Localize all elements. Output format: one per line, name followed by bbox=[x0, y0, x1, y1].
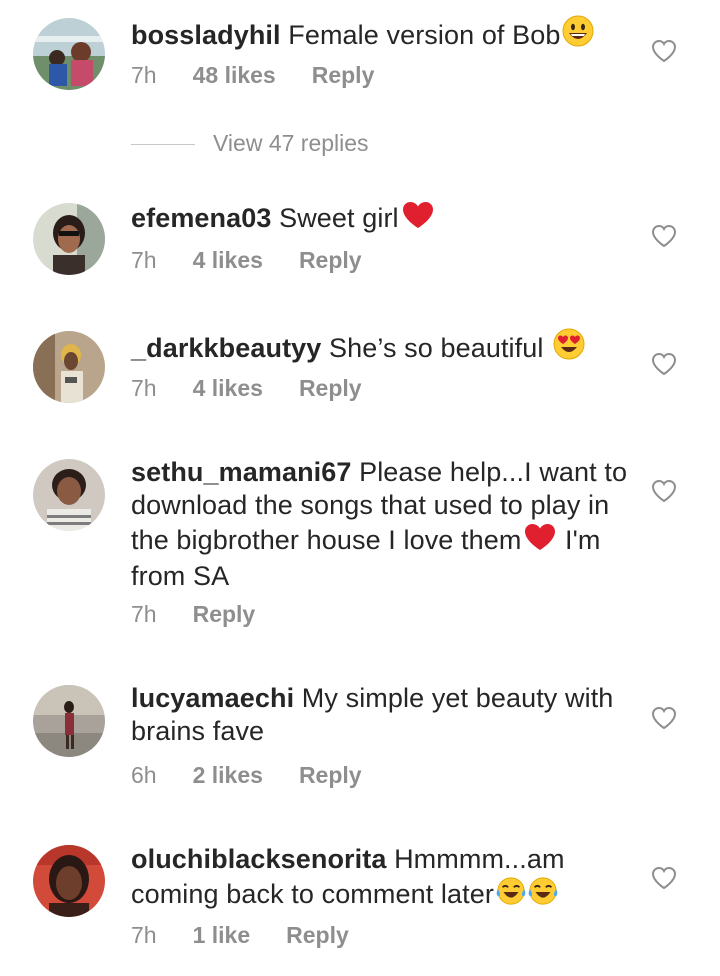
heart-eyes-emoji bbox=[553, 328, 585, 368]
comment-meta: 7h Reply bbox=[131, 601, 291, 628]
heart-outline-icon[interactable] bbox=[651, 352, 677, 376]
heart-outline-icon[interactable] bbox=[651, 866, 677, 890]
red-heart-emoji bbox=[401, 200, 435, 238]
username[interactable]: _darkkbeautyy bbox=[131, 333, 321, 363]
comment-meta: 7h 4 likes Reply bbox=[131, 247, 398, 274]
view-replies-link[interactable]: View 47 replies bbox=[131, 130, 369, 157]
comment-body: Sweet girl bbox=[271, 203, 399, 233]
likes-count[interactable]: 4 likes bbox=[193, 375, 263, 402]
comment-text: lucyamaechi My simple yet beauty with br… bbox=[131, 682, 631, 748]
heart-outline-icon[interactable] bbox=[651, 39, 677, 63]
comment-text: efemena03 Sweet girl bbox=[131, 200, 631, 238]
grinning-face-emoji bbox=[562, 15, 594, 55]
timestamp: 7h bbox=[131, 247, 157, 273]
likes-count[interactable]: 1 like bbox=[193, 922, 251, 949]
view-replies-label[interactable]: View 47 replies bbox=[213, 130, 369, 156]
comment-meta: 7h 1 like Reply bbox=[131, 922, 385, 949]
reply-button[interactable]: Reply bbox=[299, 762, 362, 789]
reply-button[interactable]: Reply bbox=[299, 247, 362, 274]
timestamp: 6h bbox=[131, 762, 157, 788]
comment-text: _darkkbeautyy She’s so beautiful bbox=[131, 328, 631, 368]
username[interactable]: lucyamaechi bbox=[131, 683, 294, 713]
avatar[interactable] bbox=[33, 203, 105, 275]
likes-count[interactable]: 48 likes bbox=[193, 62, 276, 89]
username[interactable]: oluchiblacksenorita bbox=[131, 844, 386, 874]
comment-text: oluchiblacksenorita Hmmmm...am coming ba… bbox=[131, 843, 631, 914]
likes-count[interactable]: 4 likes bbox=[193, 247, 263, 274]
reply-button[interactable]: Reply bbox=[312, 62, 375, 89]
comment-meta: 7h 4 likes Reply bbox=[131, 375, 398, 402]
avatar[interactable] bbox=[33, 18, 105, 90]
likes-count[interactable]: 2 likes bbox=[193, 762, 263, 789]
heart-outline-icon[interactable] bbox=[651, 224, 677, 248]
reply-button[interactable]: Reply bbox=[286, 922, 349, 949]
tears-of-joy-emoji bbox=[528, 876, 558, 914]
comment-text: bossladyhil Female version of Bob bbox=[131, 15, 631, 55]
heart-outline-icon[interactable] bbox=[651, 479, 677, 503]
heart-outline-icon[interactable] bbox=[651, 706, 677, 730]
avatar[interactable] bbox=[33, 331, 105, 403]
timestamp: 7h bbox=[131, 375, 157, 401]
avatar[interactable] bbox=[33, 845, 105, 917]
red-heart-emoji bbox=[523, 522, 557, 560]
comment-meta: 6h 2 likes Reply bbox=[131, 762, 398, 789]
timestamp: 7h bbox=[131, 601, 157, 627]
reply-button[interactable]: Reply bbox=[193, 601, 256, 628]
comment-text: sethu_mamani67 Please help...I want to d… bbox=[131, 456, 631, 593]
comment-body: Female version of Bob bbox=[280, 20, 561, 50]
reply-button[interactable]: Reply bbox=[299, 375, 362, 402]
avatar[interactable] bbox=[33, 459, 105, 531]
avatar[interactable] bbox=[33, 685, 105, 757]
timestamp: 7h bbox=[131, 922, 157, 948]
tears-of-joy-emoji bbox=[496, 876, 526, 914]
timestamp: 7h bbox=[131, 62, 157, 88]
username[interactable]: sethu_mamani67 bbox=[131, 457, 352, 487]
divider bbox=[131, 144, 195, 146]
username[interactable]: efemena03 bbox=[131, 203, 272, 233]
comment-meta: 7h 48 likes Reply bbox=[131, 62, 410, 89]
username[interactable]: bossladyhil bbox=[131, 20, 281, 50]
comment-body: She’s so beautiful bbox=[321, 333, 552, 363]
